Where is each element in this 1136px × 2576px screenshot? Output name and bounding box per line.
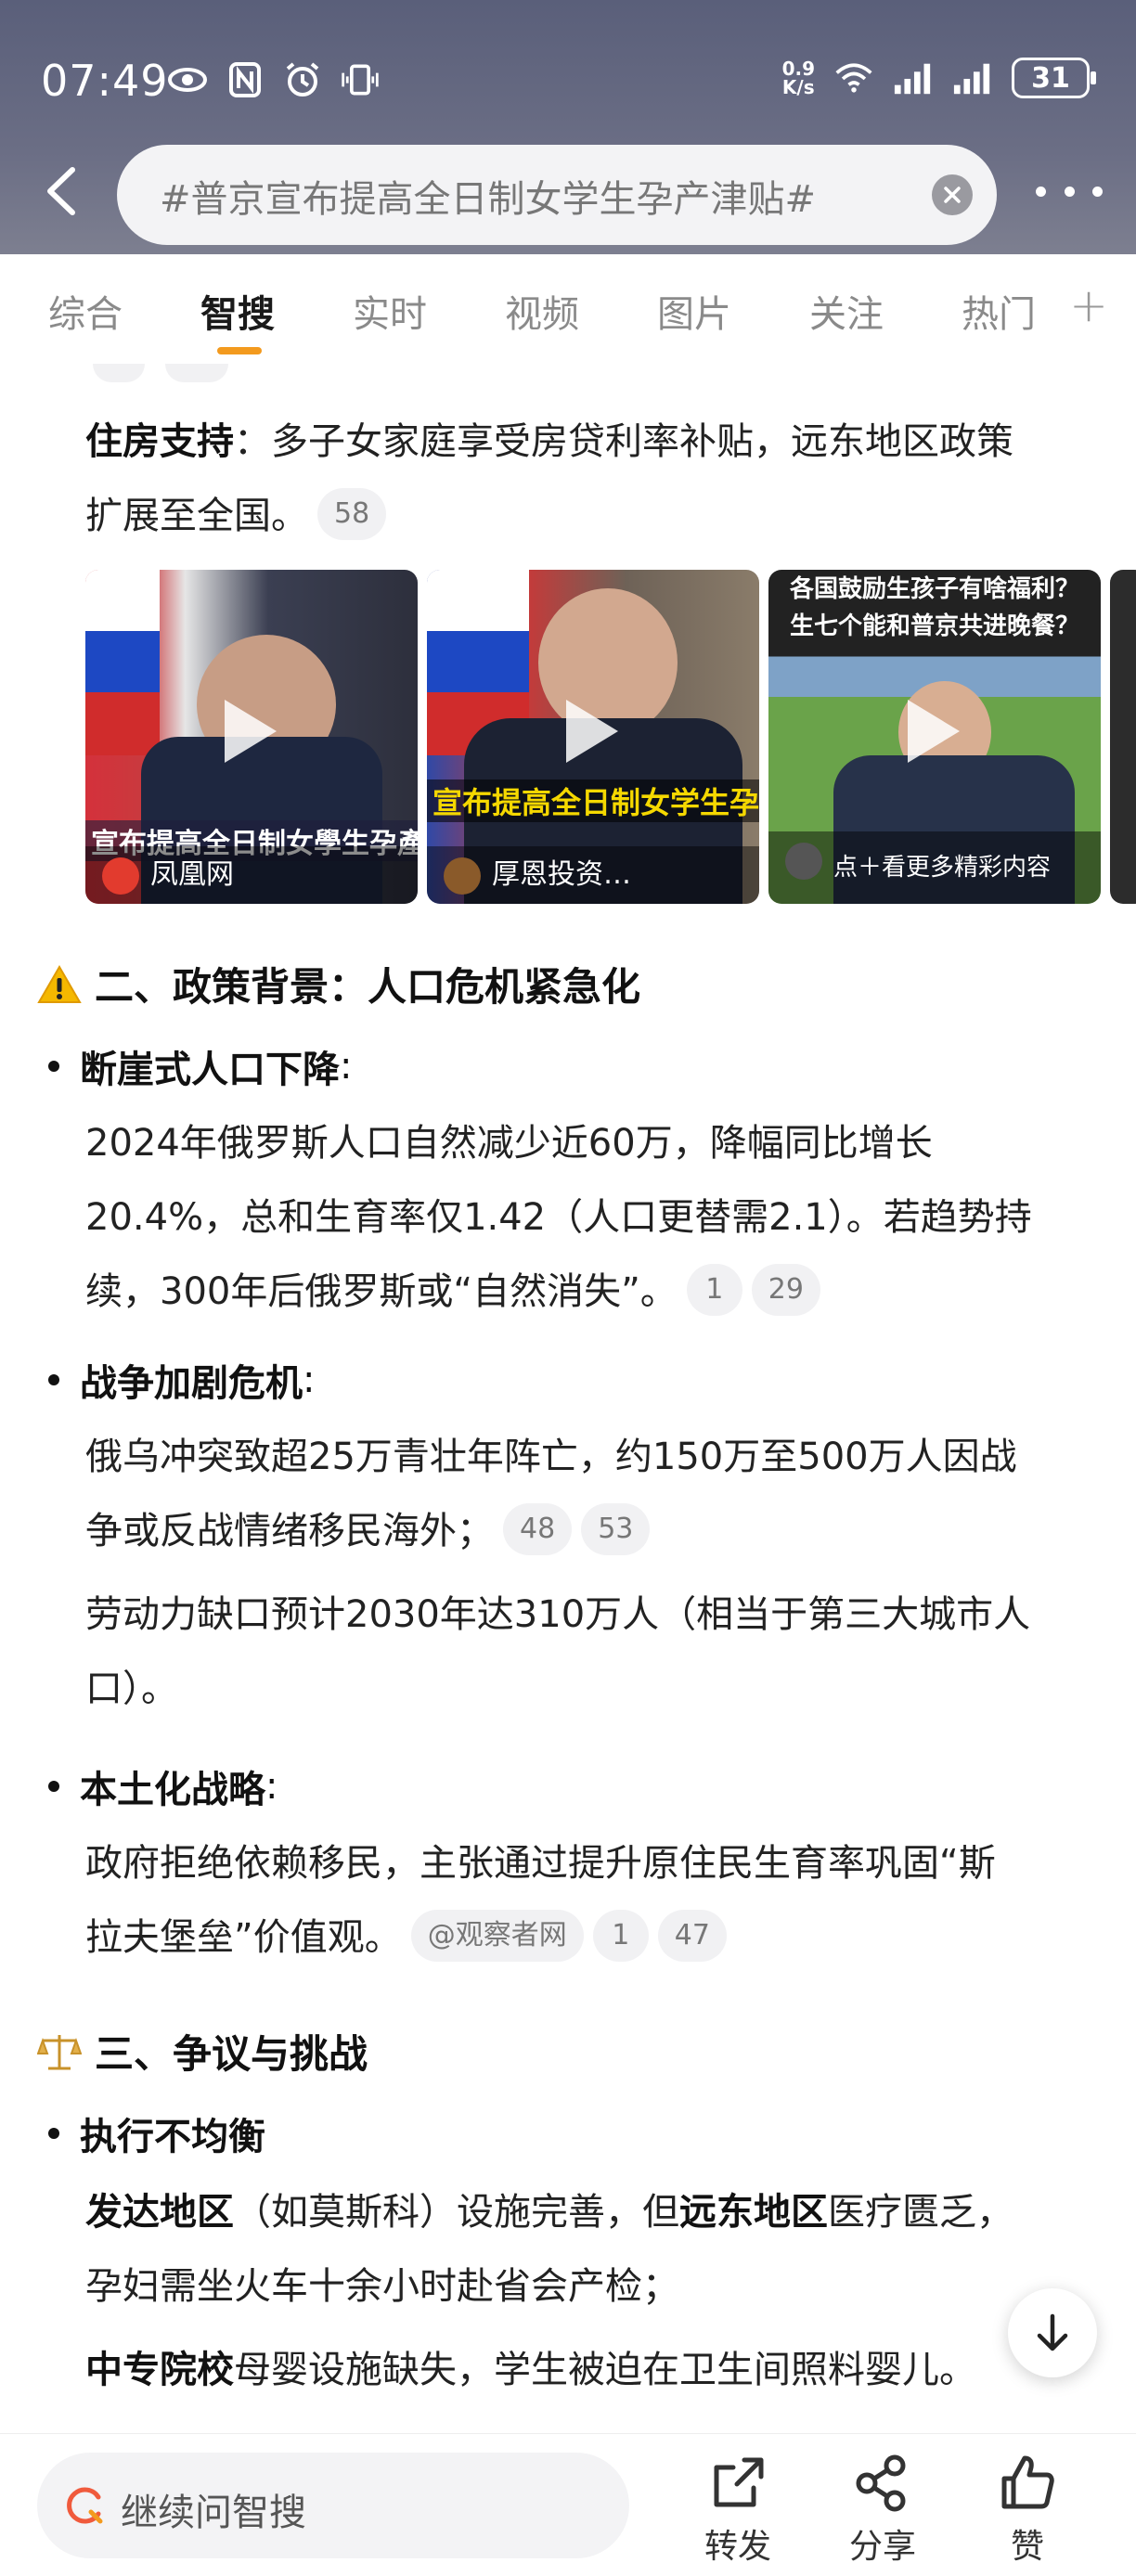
chevron-left-icon [47, 167, 75, 215]
alarm-icon [282, 59, 323, 100]
video-card[interactable]: 各国鼓励生孩子有啥福利？ 生七个能和普京共进晚餐？ 点＋看更多精彩内容 [768, 570, 1101, 904]
video-source: 凤凰网 [85, 846, 418, 904]
tab-bar: 综合 智搜 实时 视频 图片 关注 热门 + [0, 254, 1136, 364]
header: 07:49 0.9 K/s 31 #普京宣布提高全日制女学生孕产津贴# [0, 0, 1136, 254]
play-icon [566, 700, 618, 763]
search-input[interactable]: #普京宣布提高全日制女学生孕产津贴# [117, 145, 997, 245]
tab-comprehensive[interactable]: 综合 [48, 284, 123, 338]
war-crisis-text: 俄乌冲突致超25万青壮年阵亡，约150万至500万人因战 争或反战情绪移民海外；… [85, 1420, 1088, 1568]
video-carousel[interactable]: 宣布提高全日制女學生孕產津 凤凰网 宣布提高全日制女学生孕产 厚恩投资… 各国鼓… [85, 570, 1136, 904]
status-icons-right: 0.9 K/s 31 [781, 58, 1096, 98]
citation-chip[interactable]: 48 [503, 1503, 573, 1555]
like-button[interactable]: 赞 [976, 2453, 1078, 2568]
vocational-school-text: 中专院校母婴设施缺失，学生被迫在卫生间照料婴儿。 [85, 2349, 976, 2391]
repost-icon [714, 2457, 764, 2507]
vibrate-icon [340, 59, 381, 100]
answer-content: 住房支持：多子女家庭享受房贷利率补贴，远东地区政策 扩展至全国。 58 宣布提高全… [0, 364, 1136, 2433]
housing-paragraph: 住房支持：多子女家庭享受房贷利率补贴，远东地区政策 扩展至全国。 58 [85, 405, 1088, 553]
add-tab-button[interactable]: + [1069, 278, 1108, 332]
tab-images[interactable]: 图片 [657, 284, 731, 338]
tab-realtime[interactable]: 实时 [353, 284, 427, 338]
signal-2-icon [952, 58, 993, 98]
smart-search-icon [67, 2487, 103, 2524]
status-bar: 07:49 0.9 K/s 31 [0, 46, 1136, 121]
close-icon [944, 187, 961, 203]
labor-shortage-text: 劳动力缺口预计2030年达310万人（相当于第三大城市人 口）。 [85, 1593, 1031, 1710]
play-icon [225, 700, 277, 763]
search-query-text: #普京宣布提高全日制女学生孕产津贴# [160, 178, 817, 221]
video-card[interactable]: 宣布提高全日制女学生孕产 厚恩投资… [427, 570, 759, 904]
citation-chip[interactable]: 47 [657, 1910, 727, 1962]
citation-chip[interactable]: 53 [581, 1503, 651, 1555]
clear-search-button[interactable] [932, 174, 973, 215]
active-tab-indicator [217, 347, 262, 354]
bullet-population-decline: 断崖式人口下降: [48, 1039, 352, 1093]
tab-smart-search[interactable]: 智搜 [200, 284, 275, 338]
bullet-localization-strategy: 本土化战略: [48, 1759, 278, 1813]
nfc-icon [225, 59, 265, 100]
video-card-partial[interactable] [1110, 570, 1136, 904]
cite-chip-partial [93, 364, 145, 382]
bullet-war-crisis: 战争加剧危机: [48, 1353, 315, 1407]
video-source: 点＋看更多精彩内容 [768, 831, 1101, 904]
play-icon [908, 700, 960, 763]
housing-label: 住房支持 [85, 420, 234, 463]
search-row: #普京宣布提高全日制女学生孕产津贴# [0, 141, 1136, 245]
video-source: 厚恩投资… [427, 846, 759, 904]
share-icon [856, 2454, 906, 2512]
back-button[interactable] [33, 163, 89, 219]
balance-scale-icon [37, 2034, 82, 2069]
battery-indicator: 31 [1012, 58, 1096, 98]
eye-icon [167, 59, 208, 100]
status-icons-left [167, 59, 381, 100]
more-options-button[interactable] [1036, 173, 1103, 210]
citation-chip[interactable]: 58 [317, 488, 387, 540]
tab-hot[interactable]: 热门 [962, 284, 1036, 338]
bullet-uneven-execution: 执行不均衡 [48, 2106, 265, 2160]
network-speed: 0.9 K/s [781, 58, 815, 98]
share-button[interactable]: 分享 [832, 2453, 934, 2568]
repost-button[interactable]: 转发 [687, 2453, 789, 2568]
section-title-controversy: 三、争议与挑战 [37, 2023, 368, 2080]
uneven-execution-text: 发达地区（如莫斯科）设施完善，但远东地区医疗匮乏， 孕妇需坐火车十余小时赴省会产… [85, 2191, 1013, 2308]
localization-strategy-text: 政府拒绝依赖移民，主张通过提升原住民生育率巩固“斯 拉夫堡垒”价值观。 @观察者网… [85, 1826, 1088, 1975]
thumbs-up-icon [1001, 2455, 1054, 2509]
video-card[interactable]: 宣布提高全日制女學生孕產津 凤凰网 [85, 570, 418, 904]
arrow-down-icon [1037, 2313, 1068, 2351]
warning-icon [37, 964, 82, 1003]
citation-chip[interactable]: 1 [686, 1264, 742, 1316]
status-time: 07:49 [41, 56, 169, 106]
scroll-to-bottom-button[interactable] [1008, 2288, 1097, 2377]
citation-chip[interactable]: 29 [751, 1264, 820, 1316]
tab-video[interactable]: 视频 [505, 284, 579, 338]
bottom-bar: 继续问智搜 转发 分享 赞 [0, 2433, 1136, 2576]
signal-1-icon [893, 58, 934, 98]
tab-following[interactable]: 关注 [809, 284, 884, 338]
section-title-background: 二、政策背景：人口危机紧急化 [37, 956, 640, 1012]
wifi-icon [833, 58, 874, 98]
cite-chip-partial [165, 364, 228, 382]
channel-avatar-icon [785, 843, 822, 880]
citation-chip[interactable]: 1 [592, 1910, 649, 1962]
channel-avatar-icon [444, 857, 481, 895]
population-decline-text: 2024年俄罗斯人口自然减少近60万，降幅同比增长 20.4%，总和生育率仅1.… [85, 1106, 1088, 1329]
continue-ask-input[interactable]: 继续问智搜 [37, 2453, 629, 2558]
more-dot-icon [1036, 186, 1046, 197]
ifeng-logo-icon [102, 857, 139, 895]
source-chip[interactable]: @观察者网 [410, 1910, 584, 1962]
